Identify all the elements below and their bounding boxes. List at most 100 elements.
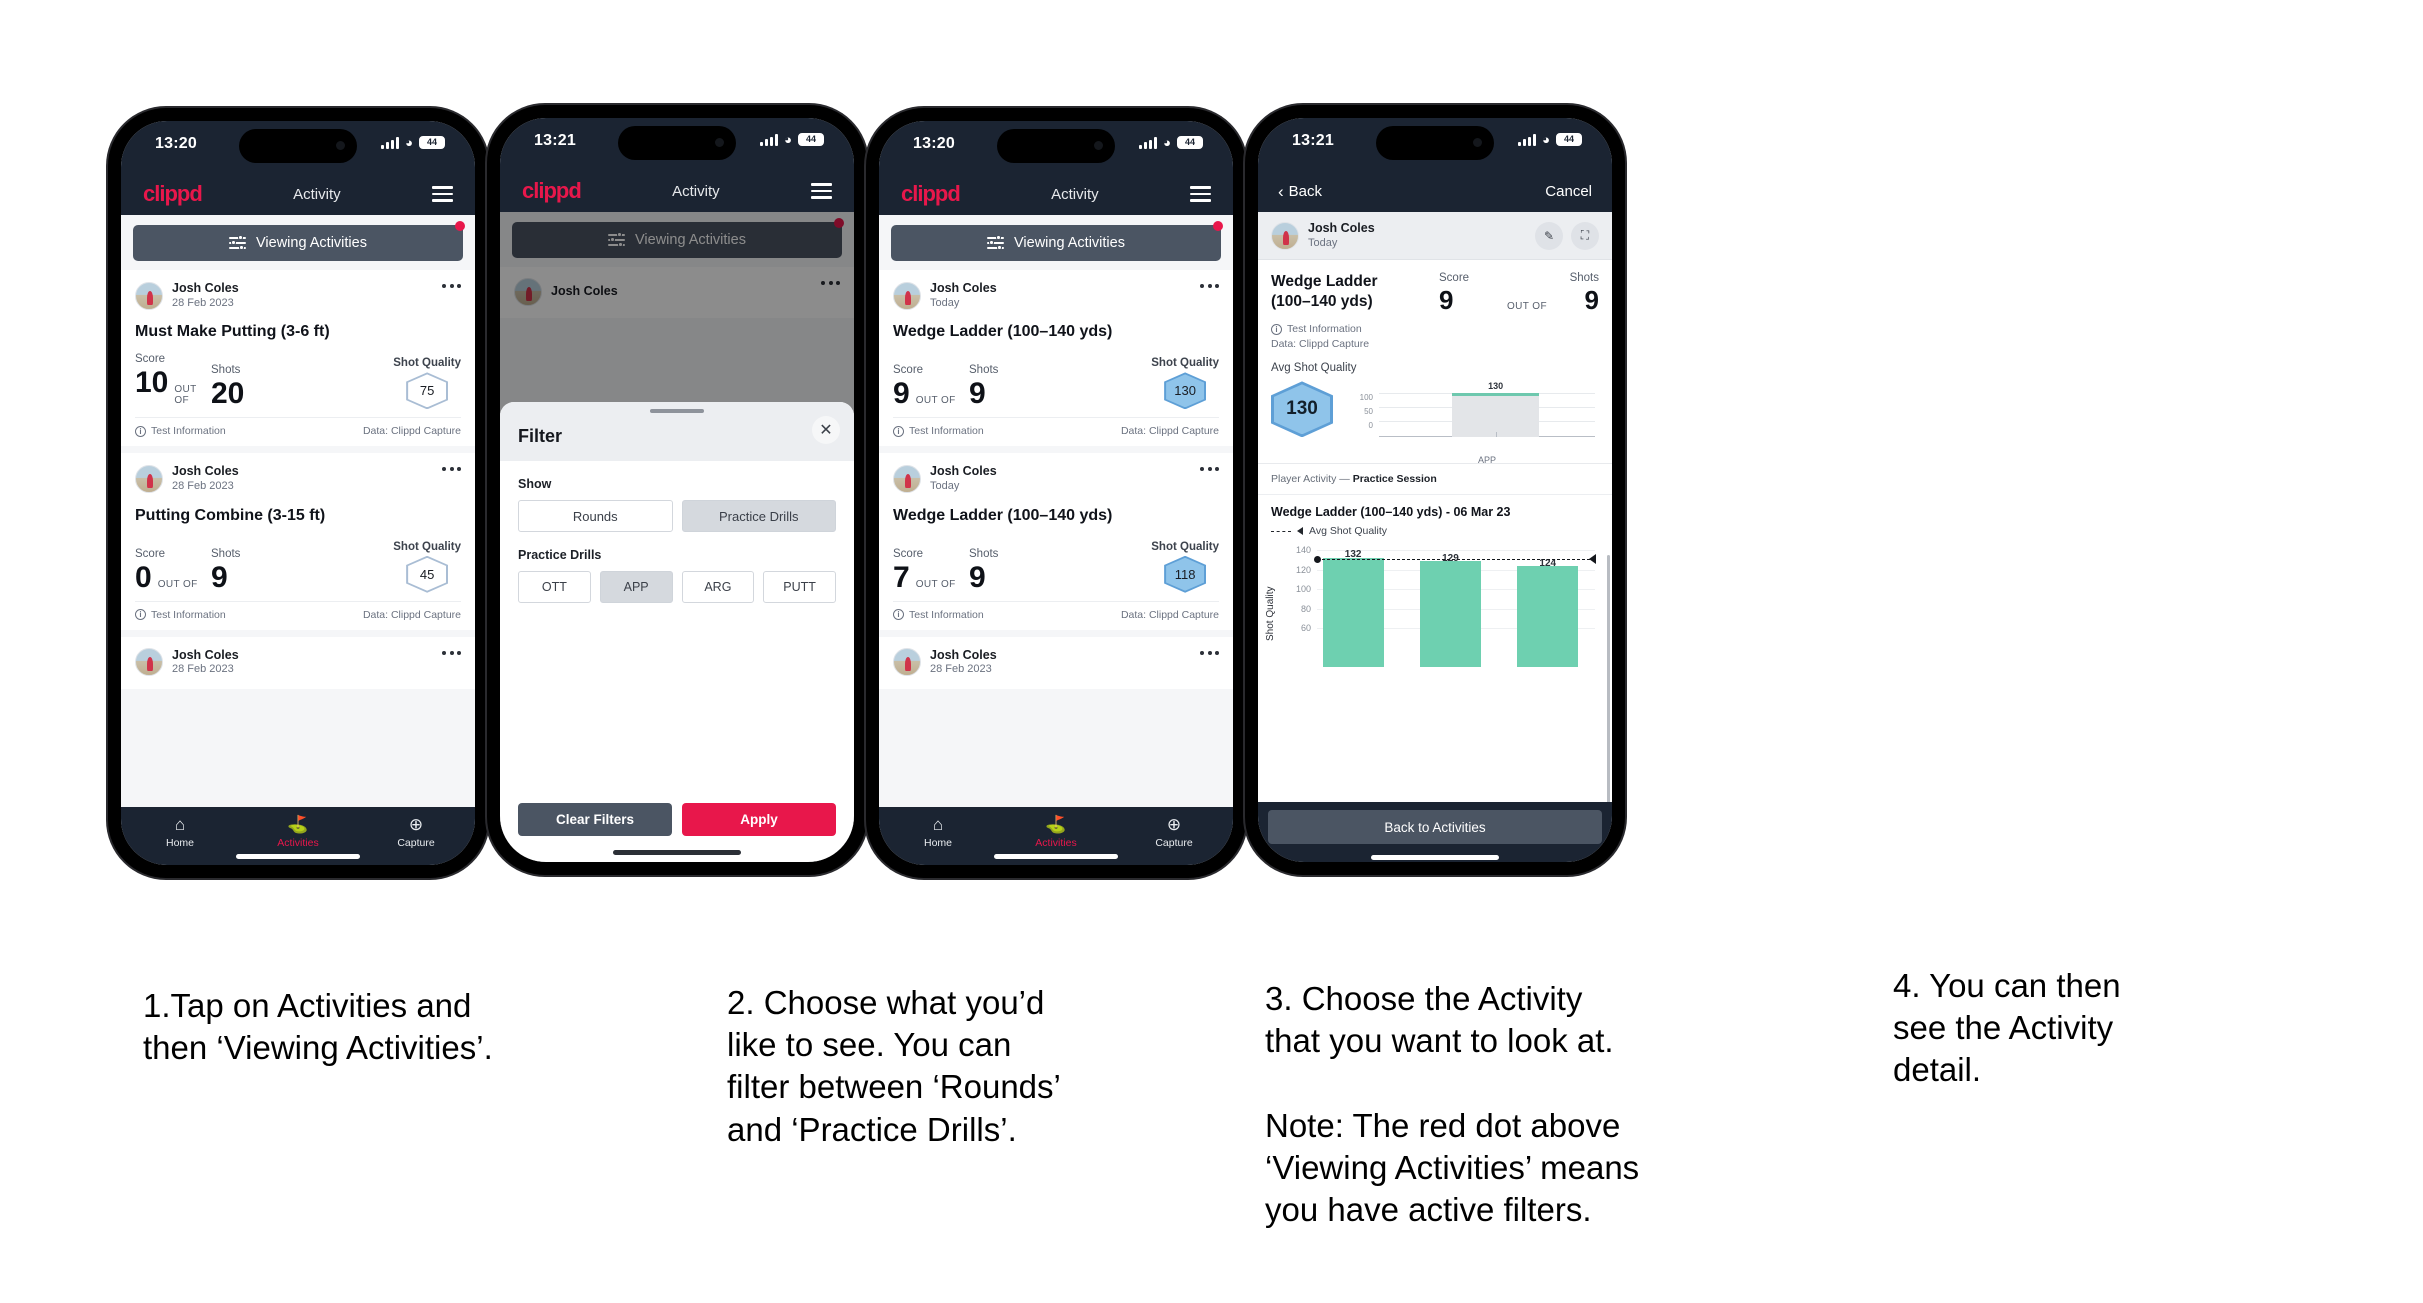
nav-item-home[interactable]: ⌂ Home [879, 814, 997, 849]
nav-item-capture[interactable]: ⊕ Capture [357, 814, 475, 849]
status-bar: 13:21 ◕ 44 [500, 118, 854, 170]
mini-chart-tick [1495, 432, 1497, 438]
ytick-100: 100 [1295, 584, 1311, 595]
detail-summary: Wedge Ladder (100–140 yds) Score 9 OUT O… [1258, 260, 1612, 465]
viewing-activities-button[interactable]: Viewing Activities [133, 225, 463, 261]
filter-chip-app[interactable]: APP [599, 571, 673, 603]
shots-label: Shots [969, 547, 999, 560]
scrollbar[interactable] [1607, 555, 1610, 802]
menu-icon[interactable] [1189, 186, 1211, 202]
menu-icon[interactable] [810, 183, 832, 199]
clippd-logo: clippd [901, 181, 961, 206]
plus-circle-icon: ⊕ [1166, 815, 1182, 834]
test-information[interactable]: i Test Information [893, 425, 984, 437]
more-options-icon[interactable] [442, 650, 461, 655]
shot-quality-block: Shot Quality 45 [393, 541, 461, 593]
detail-header: Josh Coles Today ✎ ⛶ [1258, 212, 1612, 261]
status-bar: 13:20 ◕ 44 [121, 121, 475, 173]
filter-sheet: Filter ✕ Show Rounds Practice Drills Pra… [500, 402, 854, 862]
data-source: Data: Clippd Capture [1120, 425, 1219, 438]
triangle-marker-icon [1297, 527, 1303, 536]
nav-item-activities[interactable]: ⛳ Activities [997, 814, 1115, 849]
score-column: Score 9 [1439, 272, 1497, 314]
activity-stats: Score 10 OUT OF Shots 20 Shot Quality 75 [135, 347, 461, 410]
test-information[interactable]: i Test Information [1271, 323, 1599, 335]
avg-line-end-arrow [1589, 554, 1596, 565]
signal-icon [1518, 133, 1537, 146]
back-button[interactable]: ‹ Back [1278, 183, 1322, 200]
test-information[interactable]: i Test Information [135, 425, 226, 437]
activity-list[interactable]: Josh Coles Today Wedge Ladder (100–140 y… [879, 270, 1233, 807]
drag-handle[interactable] [650, 409, 704, 413]
activity-date: 28 Feb 2023 [172, 480, 234, 492]
expand-icon[interactable]: ⛶ [1571, 221, 1599, 250]
shot-quality-hexagon: 45 [406, 555, 449, 593]
cancel-button[interactable]: Cancel [1545, 183, 1592, 200]
more-options-icon[interactable] [1200, 284, 1219, 288]
back-to-activities-button[interactable]: Back to Activities [1268, 810, 1602, 844]
filter-chip-putt[interactable]: PUTT [763, 571, 836, 603]
viewing-activities-button[interactable]: Viewing Activities [891, 225, 1221, 261]
out-of-label: OUT OF [915, 578, 956, 590]
apply-button[interactable]: Apply [682, 803, 836, 836]
avatar [135, 281, 163, 310]
golf-flag-icon: ⛳ [1045, 815, 1067, 834]
info-icon: i [1271, 323, 1282, 335]
activity-card[interactable]: Josh Coles 28 Feb 2023 Putting Combine (… [121, 453, 475, 630]
pencil-icon[interactable]: ✎ [1535, 221, 1563, 250]
activity-card[interactable]: Josh Coles 28 Feb 2023 [879, 636, 1233, 690]
filter-chip-ott[interactable]: OTT [518, 571, 591, 603]
card-header: Josh Coles 28 Feb 2023 [135, 281, 461, 310]
avatar [893, 281, 921, 310]
close-icon[interactable]: ✕ [812, 416, 840, 444]
activity-card[interactable]: Josh Coles Today Wedge Ladder (100–140 y… [879, 453, 1233, 630]
shot-quality-hexagon: 75 [406, 372, 449, 410]
nav-label-capture: Capture [1155, 837, 1193, 849]
clear-filters-button[interactable]: Clear Filters [518, 803, 672, 836]
home-icon: ⌂ [932, 815, 944, 834]
more-options-icon[interactable] [1200, 650, 1219, 655]
menu-icon[interactable] [431, 186, 453, 202]
activity-list[interactable]: Josh Coles 28 Feb 2023 Must Make Putting… [121, 270, 475, 807]
more-options-icon[interactable] [442, 467, 461, 472]
mini-chart-plot: 130 [1379, 381, 1595, 438]
more-options-icon[interactable] [1200, 467, 1219, 472]
nav-item-capture[interactable]: ⊕ Capture [1115, 814, 1233, 849]
activity-date: Today [930, 480, 960, 492]
activity-card[interactable]: Josh Coles Today Wedge Ladder (100–140 y… [879, 270, 1233, 447]
user-name: Josh Coles [930, 464, 997, 479]
battery-badge: 44 [798, 133, 824, 146]
clippd-logo: clippd [143, 181, 203, 206]
avg-shot-quality-row: 130 100 50 0 130 APP [1271, 381, 1599, 465]
user-name: Josh Coles [930, 281, 997, 295]
activity-title: Wedge Ladder (100–140 yds) [893, 506, 1113, 524]
score-value: 7 [893, 560, 910, 594]
activity-card[interactable]: Josh Coles 28 Feb 2023 [121, 636, 475, 690]
score-value: 9 [1439, 285, 1454, 316]
test-information[interactable]: i Test Information [893, 609, 984, 621]
filter-chip-arg[interactable]: ARG [681, 571, 755, 603]
shot-quality-value: 75 [408, 374, 447, 408]
filter-sheet-body: Show Rounds Practice Drills Practice Dri… [500, 461, 854, 803]
status-icons: ◕ 44 [381, 135, 445, 150]
filter-chip-practice-drills[interactable]: Practice Drills [681, 500, 836, 532]
test-information-label: Test Information [151, 608, 226, 621]
shot-quality-block: Shot Quality 130 [1151, 357, 1219, 410]
test-information[interactable]: i Test Information [135, 609, 226, 621]
activity-date: 28 Feb 2023 [930, 663, 992, 676]
test-information-label: Test Information [151, 425, 226, 438]
out-of-label: OUT OF [915, 395, 956, 407]
signal-icon [1139, 136, 1158, 149]
detail-top-row: Wedge Ladder (100–140 yds) Score 9 OUT O… [1271, 272, 1599, 314]
mini-chart-value-label: 130 [1488, 381, 1504, 392]
activity-card[interactable]: Josh Coles 28 Feb 2023 Must Make Putting… [121, 270, 475, 447]
avatar [135, 648, 163, 677]
more-options-icon[interactable] [442, 284, 461, 288]
score-column: Score 0 OUT OF [135, 548, 211, 593]
nav-item-activities[interactable]: ⛳ Activities [239, 814, 357, 849]
shots-value: 9 [969, 377, 986, 411]
filter-chip-rounds[interactable]: Rounds [518, 500, 673, 532]
nav-item-home[interactable]: ⌂ Home [121, 814, 239, 849]
user-name: Josh Coles [172, 281, 239, 295]
shot-quality-hexagon: 130 [1164, 372, 1207, 410]
